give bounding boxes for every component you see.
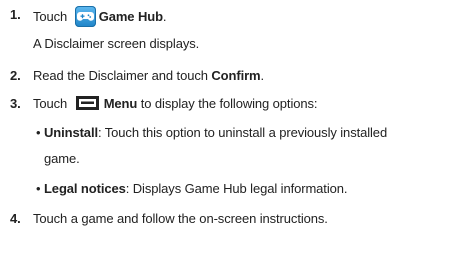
step-number: 4. [10,211,21,226]
option-description-cont: game. [44,151,80,166]
step-text: Touch Menu to display the following opti… [33,95,318,112]
option-text: • Uninstall: Touch this option to uninst… [36,124,387,141]
step-number: 2. [10,68,21,83]
game-hub-label: Game Hub [98,9,163,24]
bullet: • [36,125,41,140]
step-text: Touch Game Hub. [33,6,167,27]
game-hub-icon [74,6,96,27]
option-text: • Legal notices: Displays Game Hub legal… [36,180,347,197]
step-note: A Disclaimer screen displays. [33,36,200,51]
option-description: : Displays Game Hub legal information. [125,181,348,196]
step-text-post: . [260,68,265,83]
confirm-label: Confirm [211,68,261,83]
step-text-post: . [162,9,167,24]
menu-icon [75,96,99,110]
step-text: Read the Disclaimer and touch Confirm. [33,67,264,84]
legal-notices-label: Legal notices [43,181,126,196]
step-number: 1. [10,7,21,22]
step-text-pre: Read the Disclaimer and touch [33,68,212,83]
step-text-post: to display the following options: [137,96,318,111]
uninstall-label: Uninstall [43,125,98,140]
step-number: 3. [10,96,21,111]
step-text: Touch a game and follow the on-screen in… [33,211,328,226]
option-description: : Touch this option to uninstall a previ… [97,125,388,140]
bullet: • [36,181,41,196]
step-text-pre: Touch [33,96,71,111]
menu-label: Menu [103,96,138,111]
step-text-pre: Touch [33,9,71,24]
